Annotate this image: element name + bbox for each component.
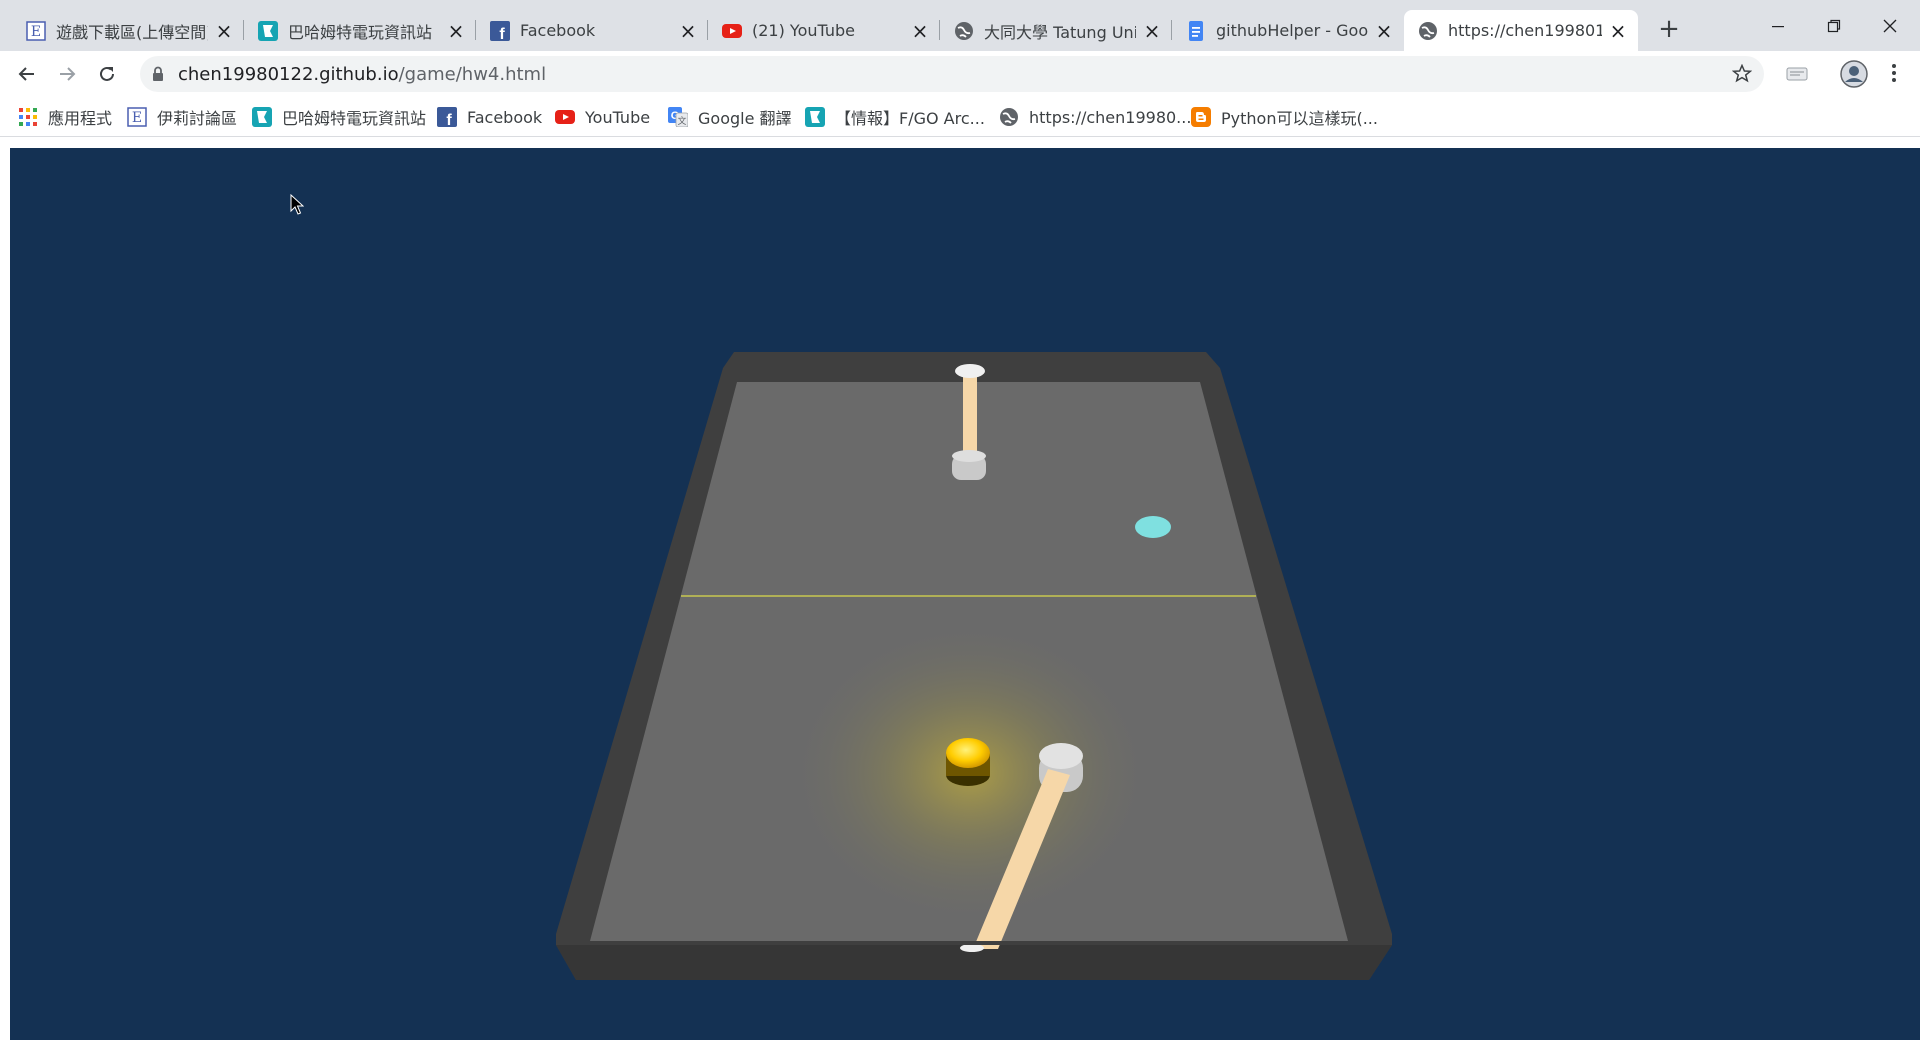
- avatar[interactable]: [1840, 60, 1868, 92]
- bookmark-label: 伊莉討論區: [157, 109, 238, 128]
- player-mallet-top: [1039, 743, 1083, 769]
- menu-kebab-icon[interactable]: [1891, 63, 1897, 87]
- elearning-e-icon: E: [26, 20, 46, 41]
- forward-arrow-icon: [60, 67, 76, 81]
- blogger-icon: [1191, 107, 1211, 127]
- bookmark-python[interactable]: Python可以這樣玩(...: [1191, 105, 1378, 129]
- bahamut-icon: [805, 107, 825, 127]
- bookmark-facebook[interactable]: f Facebook: [437, 105, 542, 129]
- apps-grid-icon: [18, 107, 38, 127]
- youtube-icon: [722, 21, 742, 41]
- google-docs-icon: [1186, 20, 1206, 41]
- opponent-mallet-top: [952, 450, 986, 462]
- bookmark-label: Python可以這樣玩(...: [1221, 109, 1378, 128]
- tab-tatung[interactable]: 大同大學 Tatung Unive ×: [940, 10, 1172, 51]
- bahamut-icon: [252, 107, 272, 127]
- page-viewport: [0, 137, 1920, 1040]
- table-front-lip: [556, 941, 1392, 945]
- facebook-icon: f: [437, 107, 457, 127]
- close-icon[interactable]: ×: [1142, 21, 1162, 41]
- restore-icon: [1827, 19, 1841, 33]
- bookmark-star-icon[interactable]: [1730, 62, 1754, 86]
- new-tab-button[interactable]: +: [1654, 14, 1684, 44]
- svg-text:f: f: [446, 112, 452, 127]
- bookmark-label: Facebook: [467, 107, 543, 127]
- bookmark-bahamut[interactable]: 巴哈姆特電玩資訊站: [252, 105, 426, 129]
- globe-icon: [999, 107, 1019, 127]
- url-text[interactable]: chen19980122.github.io/game/hw4.html: [178, 64, 546, 85]
- close-window-button[interactable]: [1862, 8, 1918, 44]
- lock-icon: [152, 66, 164, 86]
- url-host: chen19980122.github.io: [178, 64, 399, 85]
- globe-icon: [1418, 21, 1438, 41]
- game-canvas[interactable]: [10, 148, 1920, 1040]
- tab-githubhelper[interactable]: githubHelper - Googl ×: [1172, 10, 1404, 51]
- bookmark-fgo[interactable]: 【情報】F/GO Arc...: [805, 105, 985, 129]
- puck: [946, 738, 990, 768]
- tab-facebook[interactable]: f Facebook ×: [476, 10, 708, 51]
- opponent-stick-cap: [955, 364, 985, 378]
- facebook-icon: f: [490, 20, 510, 41]
- air-hockey-scene: [556, 352, 1392, 980]
- bookmarks-bar: 應用程式 E 伊莉討論區 巴哈姆特電玩資訊站 f Facebook YouTub…: [0, 97, 1920, 137]
- svg-text:f: f: [499, 26, 505, 41]
- bookmark-youtube[interactable]: YouTube: [555, 105, 650, 129]
- bookmark-apps[interactable]: 應用程式: [18, 105, 112, 129]
- svg-text:E: E: [132, 110, 142, 126]
- close-icon[interactable]: ×: [446, 21, 466, 41]
- bookmark-label: 應用程式: [48, 109, 113, 128]
- close-icon[interactable]: ×: [1608, 21, 1628, 41]
- youtube-icon: [555, 107, 575, 127]
- tab-active-game[interactable]: https://chen1998012 ×: [1404, 10, 1638, 51]
- tab-youtube[interactable]: (21) YouTube ×: [708, 10, 940, 51]
- tab-title: 遊戲下載區(上傳空間) -: [56, 22, 208, 42]
- tab-elearning[interactable]: E 遊戲下載區(上傳空間) - ×: [12, 10, 244, 51]
- minimize-button[interactable]: [1750, 8, 1806, 44]
- tab-title: https://chen1998012: [1448, 21, 1602, 40]
- bookmark-label: 【情報】F/GO Arc...: [835, 109, 985, 128]
- svg-text:E: E: [31, 24, 41, 40]
- tab-title: 大同大學 Tatung Unive: [984, 22, 1136, 42]
- bookmark-label: YouTube: [585, 107, 651, 127]
- extension-icon[interactable]: [1786, 64, 1808, 88]
- elearning-e-icon: E: [127, 107, 147, 127]
- reload-icon: [100, 66, 114, 81]
- close-window-icon: [1883, 19, 1897, 33]
- tab-strip: E 遊戲下載區(上傳空間) - × 巴哈姆特電玩資訊站 × f Facebook…: [0, 0, 1920, 51]
- back-arrow-icon: [18, 67, 34, 81]
- url-path: /game/hw4.html: [398, 64, 547, 85]
- bookmark-label: https://chen19980...: [1029, 107, 1192, 127]
- tab-title: 巴哈姆特電玩資訊站: [288, 22, 433, 42]
- tab-bahamut[interactable]: 巴哈姆特電玩資訊站 ×: [244, 10, 476, 51]
- tab-title: githubHelper - Googl: [1216, 21, 1368, 40]
- tab-title: (21) YouTube: [752, 21, 855, 40]
- close-icon[interactable]: ×: [214, 21, 234, 41]
- restore-button[interactable]: [1806, 8, 1862, 44]
- back-button[interactable]: [11, 58, 43, 90]
- browser-toolbar: chen19980122.github.io/game/hw4.html: [0, 51, 1920, 97]
- bookmark-chen-site[interactable]: https://chen19980...: [999, 105, 1191, 129]
- bahamut-icon: [258, 20, 278, 41]
- bookmark-label: Google 翻譯: [698, 109, 792, 128]
- close-icon[interactable]: ×: [1374, 21, 1394, 41]
- opponent-stick: [963, 370, 977, 458]
- svg-text:文: 文: [677, 115, 686, 127]
- reload-button[interactable]: [91, 58, 123, 90]
- address-bar[interactable]: chen19980122.github.io/game/hw4.html: [140, 56, 1764, 92]
- close-icon[interactable]: ×: [678, 21, 698, 41]
- minimize-icon: [1772, 26, 1784, 28]
- bookmark-google-translate[interactable]: G文 Google 翻譯: [668, 105, 792, 129]
- bookmark-eyny[interactable]: E 伊莉討論區: [127, 105, 237, 129]
- google-translate-icon: G文: [668, 107, 688, 127]
- player-stick-tip: [960, 944, 984, 952]
- tab-title: Facebook: [520, 21, 596, 40]
- target-disc: [1135, 516, 1171, 538]
- globe-icon: [954, 21, 974, 41]
- forward-button[interactable]: [51, 58, 83, 90]
- bookmark-label: 巴哈姆特電玩資訊站: [282, 109, 427, 128]
- close-icon[interactable]: ×: [910, 21, 930, 41]
- mouse-cursor-icon: [290, 194, 304, 215]
